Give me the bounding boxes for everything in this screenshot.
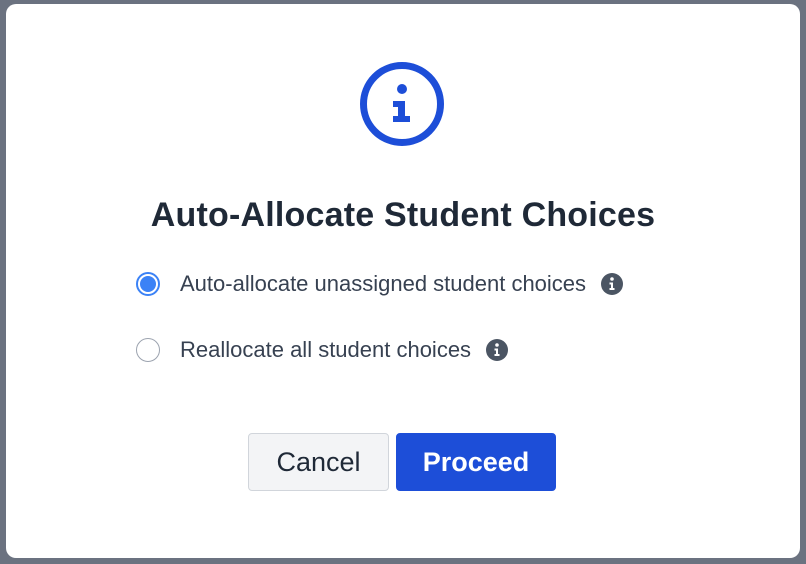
info-circle-icon bbox=[358, 60, 446, 148]
info-icon[interactable] bbox=[600, 272, 624, 296]
option-label[interactable]: Auto-allocate unassigned student choices bbox=[180, 271, 586, 297]
radio-reallocate-all[interactable] bbox=[136, 338, 160, 362]
cancel-button[interactable]: Cancel bbox=[248, 433, 389, 491]
confirm-dialog: Auto-Allocate Student Choices Auto-alloc… bbox=[6, 4, 800, 558]
dialog-title: Auto-Allocate Student Choices bbox=[150, 196, 656, 234]
radio-selected-dot bbox=[140, 276, 156, 292]
option-label[interactable]: Reallocate all student choices bbox=[180, 337, 471, 363]
option-auto-allocate-unassigned[interactable]: Auto-allocate unassigned student choices bbox=[136, 268, 624, 300]
proceed-button[interactable]: Proceed bbox=[396, 433, 556, 491]
option-reallocate-all[interactable]: Reallocate all student choices bbox=[136, 334, 509, 366]
info-icon[interactable] bbox=[485, 338, 509, 362]
radio-auto-allocate-unassigned[interactable] bbox=[136, 272, 160, 296]
